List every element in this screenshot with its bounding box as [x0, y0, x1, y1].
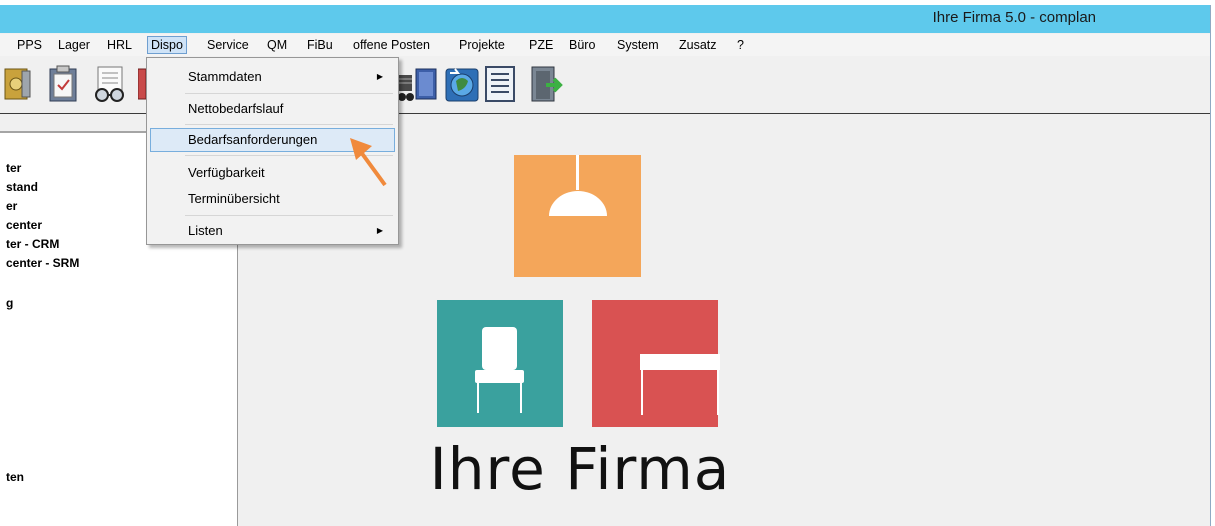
company-logo-text: Ihre Firma: [429, 435, 731, 503]
menu-pps[interactable]: PPS: [14, 36, 45, 54]
nav-item[interactable]: ter: [6, 161, 21, 175]
clipboard-icon[interactable]: [44, 63, 84, 105]
menu-item-label: Verfügbarkeit: [188, 165, 265, 180]
menu-dispo[interactable]: Dispo: [147, 36, 187, 54]
annotation-arrow-icon: [350, 138, 387, 187]
safe-icon[interactable]: [2, 63, 42, 105]
binoculars-icon[interactable]: [398, 63, 414, 105]
window-title: Ihre Firma 5.0 - complan: [932, 9, 1096, 26]
book-icon[interactable]: [414, 63, 438, 105]
menu-pze[interactable]: PZE: [526, 36, 556, 54]
list-icon[interactable]: [482, 63, 522, 105]
menu-item-label: Listen: [188, 223, 223, 238]
menu-buero[interactable]: Büro: [566, 36, 598, 54]
title-bar[interactable]: Ihre Firma 5.0 - complan: [0, 5, 1210, 33]
menu-item-label: Nettobedarfslauf: [188, 101, 284, 116]
exit-door-icon[interactable]: [528, 63, 568, 105]
menu-bar: PPS Lager HRL Dispo Service QM FiBu offe…: [0, 34, 1210, 56]
table-icon: [640, 354, 720, 370]
menu-item-nettobedarfslauf[interactable]: Nettobedarfslauf: [150, 97, 395, 121]
globe-icon[interactable]: [444, 63, 484, 105]
menu-item-listen[interactable]: Listen ▶: [150, 219, 395, 243]
menu-help[interactable]: ?: [734, 36, 747, 54]
report-icon[interactable]: [137, 63, 147, 105]
menu-system[interactable]: System: [614, 36, 662, 54]
menu-separator: [185, 124, 393, 125]
menu-hrl[interactable]: HRL: [104, 36, 135, 54]
chair-icon: [482, 327, 517, 370]
menu-item-label: Terminübersicht: [188, 191, 280, 206]
nav-item[interactable]: center: [6, 218, 42, 232]
menu-zusatz[interactable]: Zusatz: [676, 36, 720, 54]
nav-item-srm[interactable]: center - SRM: [6, 256, 79, 270]
menu-item-label: Stammdaten: [188, 69, 262, 84]
nav-item[interactable]: ten: [6, 470, 24, 484]
menu-item-label: Bedarfsanforderungen: [188, 132, 318, 147]
submenu-arrow-icon: ▶: [376, 72, 383, 81]
menu-fibu[interactable]: FiBu: [304, 36, 336, 54]
menu-separator: [185, 215, 393, 216]
menu-qm[interactable]: QM: [264, 36, 290, 54]
menu-projekte[interactable]: Projekte: [456, 36, 508, 54]
menu-separator: [185, 93, 393, 94]
submenu-arrow-icon: ▶: [376, 226, 383, 235]
menu-item-stammdaten[interactable]: Stammdaten ▶: [150, 65, 395, 89]
app-window: Ihre Firma 5.0 - complan PPS Lager HRL D…: [0, 5, 1211, 526]
menu-service[interactable]: Service: [204, 36, 252, 54]
menu-lager[interactable]: Lager: [55, 36, 93, 54]
nav-item-crm[interactable]: ter - CRM: [6, 237, 59, 251]
nav-item[interactable]: g: [6, 296, 13, 310]
document-glasses-icon[interactable]: [90, 63, 130, 105]
nav-item[interactable]: er: [6, 199, 17, 213]
nav-item[interactable]: stand: [6, 180, 38, 194]
menu-offene-posten[interactable]: offene Posten: [350, 36, 433, 54]
